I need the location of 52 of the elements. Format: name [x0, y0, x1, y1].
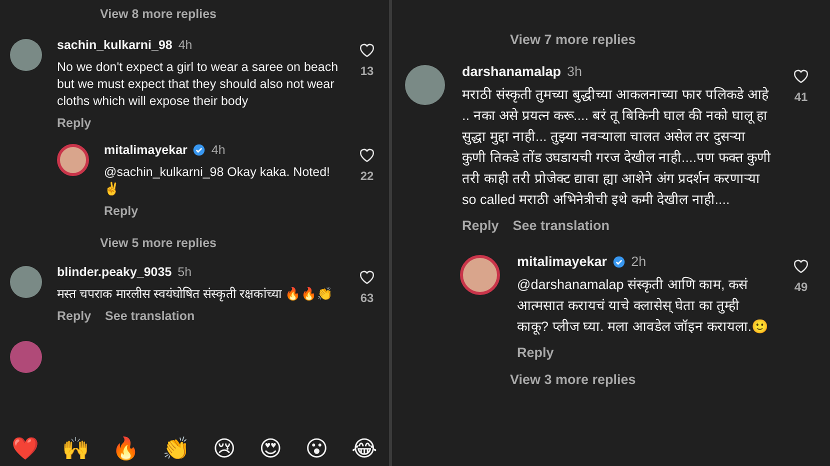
like-count: 41 — [794, 90, 808, 104]
view-more-replies-link[interactable]: View 8 more replies — [100, 7, 216, 21]
emoji-reaction-button[interactable]: 👏 — [162, 438, 190, 460]
avatar[interactable] — [460, 255, 500, 295]
comment-action-link[interactable]: Reply — [57, 309, 92, 323]
comment-text: No we don't expect a girl to wear a saree on beach but we must expect that they should also not wear cloths which will expose their body — [57, 59, 340, 110]
avatar[interactable] — [10, 39, 42, 71]
view-more-replies-link[interactable]: View 3 more replies — [510, 372, 636, 387]
avatar[interactable] — [405, 65, 445, 105]
username[interactable]: blinder.peaky_9035 — [57, 265, 172, 279]
emoji-reaction-button[interactable]: 😂 — [352, 438, 378, 460]
avatar — [10, 341, 42, 373]
emoji-reaction-button[interactable]: 😢 — [212, 438, 236, 460]
heart-icon[interactable] — [792, 257, 810, 275]
view-more-replies-link[interactable]: View 5 more replies — [100, 236, 216, 250]
comment-time: 4h — [211, 143, 226, 157]
username[interactable]: mitalimayekar — [517, 254, 608, 269]
comment-action-link[interactable]: Reply — [104, 204, 138, 218]
emoji-reaction-button[interactable]: 🙌 — [62, 438, 89, 460]
verified-badge-icon — [193, 144, 206, 156]
avatar[interactable] — [10, 266, 42, 298]
view-more-replies-link[interactable]: View 7 more replies — [510, 32, 636, 47]
username[interactable]: sachin_kulkarni_98 — [57, 38, 172, 52]
comment-action-link[interactable]: See translation — [105, 309, 195, 323]
username[interactable]: darshanamalap — [462, 64, 562, 79]
comment-time: 4h — [178, 38, 192, 52]
comment-time: 5h — [178, 265, 192, 279]
comment-text: मस्त चपराक मारलीस स्वयंघोषित संस्कृती रक्षकांच्या 🔥🔥👏 — [57, 286, 334, 303]
like-count: 13 — [360, 64, 374, 78]
like-count: 22 — [360, 169, 374, 183]
emoji-reaction-button[interactable]: 🔥 — [112, 438, 140, 460]
comment-time: 2h — [631, 254, 646, 269]
comment-action-link[interactable]: See translation — [512, 218, 610, 233]
avatar[interactable] — [57, 144, 89, 176]
heart-icon[interactable] — [358, 146, 376, 164]
comment-text: मराठी संस्कृती तुमच्या बुद्धीच्या आकलनाच्या फार पलिकडे आहे .. नका असे प्रयत्न करू.... बरं तू बिकिनी घाल की नको घालू हा सुद्धा मुद्दा नाही... तुझ्या नवऱ्याला चालत असेल तर दुसऱ्या कुणी तिकडे तोंड उघडायची गरज देखील नाही....पण फक्त कुणी तरी काही तरी प्रोजेक्ट द्यावा ह्या आशेने अंग प्रदर्शन करणाऱ्या so called मराठी अभिनेत्रीची इथे कमी देखील नाही.... — [462, 86, 772, 209]
emoji-reaction-button[interactable]: 😮 — [305, 438, 328, 460]
heart-icon[interactable] — [358, 268, 376, 286]
heart-icon[interactable] — [358, 41, 376, 59]
comment-text: @darshanamalap संस्कृती आणि काम, कसं आत्मसात करायचं याचे क्लासेस् घेता का तुम्ही काकू? प्लीज घ्या. मला आवडेल जॉइन करायला.🙂 — [517, 276, 770, 337]
comment-action-link[interactable]: Reply — [462, 218, 499, 233]
emoji-reaction-button[interactable]: ❤ — [12, 438, 39, 460]
username[interactable]: mitalimayekar — [104, 143, 188, 157]
comment-action-link[interactable]: Reply — [57, 116, 92, 130]
verified-badge-icon — [613, 256, 626, 268]
comment-time: 3h — [567, 64, 582, 79]
heart-icon[interactable] — [792, 67, 810, 85]
like-count: 63 — [360, 291, 374, 305]
comment-action-link[interactable]: Reply — [517, 345, 554, 360]
emoji-reaction-button[interactable]: 😍 — [259, 438, 282, 460]
comment-text: @sachin_kulkarni_98 Okay kaka. Noted!✌ — [104, 164, 332, 198]
like-count: 49 — [794, 280, 808, 294]
